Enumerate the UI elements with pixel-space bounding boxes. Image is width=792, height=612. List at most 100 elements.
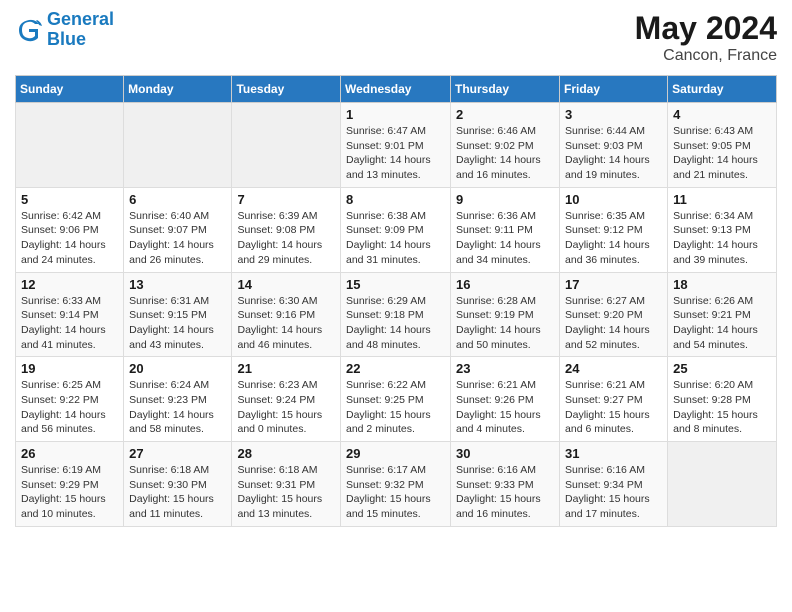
calendar-cell: 28 Sunrise: 6:18 AM Sunset: 9:31 PM Dayli… — [232, 442, 341, 527]
day-number: 12 — [21, 277, 118, 292]
calendar-week-4: 19Sunrise: 6:25 AM Sunset: 9:22 PM Dayli… — [16, 357, 777, 442]
day-info: Sunrise: 6:26 AM Sunset: 9:21 PM Dayligh… — [673, 294, 771, 353]
day-info: Sunrise: 6:30 AM Sunset: 9:16 PM Dayligh… — [237, 294, 335, 353]
subtitle: Cancon, France — [635, 47, 777, 65]
calendar-cell: 9Sunrise: 6:36 AM Sunset: 9:11 PM Daylig… — [451, 187, 560, 272]
day-info: Sunrise: 6:20 AM Sunset: 9:28 PM Dayligh… — [673, 378, 771, 437]
day-info: Sunrise: 6:21 AM Sunset: 9:26 PM Dayligh… — [456, 378, 554, 437]
day-number: 3 — [565, 107, 662, 122]
calendar-cell: 5 Sunrise: 6:42 AM Sunset: 9:06 PM Daylig… — [16, 187, 124, 272]
calendar-cell: 3 Sunrise: 6:44 AM Sunset: 9:03 PM Daylig… — [560, 103, 668, 188]
day-info: Sunrise: 6:23 AM Sunset: 9:24 PM Dayligh… — [237, 378, 335, 437]
day-number: 29 — [346, 446, 445, 461]
weekday-monday: Monday — [124, 76, 232, 103]
calendar-cell — [232, 103, 341, 188]
calendar-cell: 18 Sunrise: 6:26 AM Sunset: 9:21 PM Dayli… — [668, 272, 777, 357]
calendar-week-2: 5 Sunrise: 6:42 AM Sunset: 9:06 PM Daylig… — [16, 187, 777, 272]
day-info: Sunrise: 6:35 AM Sunset: 9:12 PM Dayligh… — [565, 209, 662, 268]
day-number: 27 — [129, 446, 226, 461]
calendar-cell: 13Sunrise: 6:31 AM Sunset: 9:15 PM Dayli… — [124, 272, 232, 357]
calendar-cell: 21 Sunrise: 6:23 AM Sunset: 9:24 PM Dayli… — [232, 357, 341, 442]
calendar-cell: 6 Sunrise: 6:40 AM Sunset: 9:07 PM Daylig… — [124, 187, 232, 272]
calendar-cell: 27 Sunrise: 6:18 AM Sunset: 9:30 PM Dayli… — [124, 442, 232, 527]
day-number: 11 — [673, 192, 771, 207]
calendar-cell: 20 Sunrise: 6:24 AM Sunset: 9:23 PM Dayli… — [124, 357, 232, 442]
day-number: 14 — [237, 277, 335, 292]
day-number: 30 — [456, 446, 554, 461]
day-number: 19 — [21, 361, 118, 376]
day-info: Sunrise: 6:18 AM Sunset: 9:31 PM Dayligh… — [237, 463, 335, 522]
calendar-week-1: 1 Sunrise: 6:47 AM Sunset: 9:01 PM Daylig… — [16, 103, 777, 188]
calendar-cell: 12 Sunrise: 6:33 AM Sunset: 9:14 PM Dayli… — [16, 272, 124, 357]
calendar-cell: 26 Sunrise: 6:19 AM Sunset: 9:29 PM Dayli… — [16, 442, 124, 527]
day-number: 16 — [456, 277, 554, 292]
day-number: 21 — [237, 361, 335, 376]
day-info: Sunrise: 6:17 AM Sunset: 9:32 PM Dayligh… — [346, 463, 445, 522]
day-number: 23 — [456, 361, 554, 376]
day-info: Sunrise: 6:40 AM Sunset: 9:07 PM Dayligh… — [129, 209, 226, 268]
page-header: General Blue May 2024 Cancon, France — [15, 10, 777, 65]
day-number: 7 — [237, 192, 335, 207]
calendar-cell: 11 Sunrise: 6:34 AM Sunset: 9:13 PM Dayli… — [668, 187, 777, 272]
day-number: 4 — [673, 107, 771, 122]
calendar-cell — [16, 103, 124, 188]
day-number: 18 — [673, 277, 771, 292]
day-info: Sunrise: 6:47 AM Sunset: 9:01 PM Dayligh… — [346, 124, 445, 183]
day-info: Sunrise: 6:21 AM Sunset: 9:27 PM Dayligh… — [565, 378, 662, 437]
day-number: 26 — [21, 446, 118, 461]
day-number: 17 — [565, 277, 662, 292]
day-info: Sunrise: 6:16 AM Sunset: 9:34 PM Dayligh… — [565, 463, 662, 522]
weekday-saturday: Saturday — [668, 76, 777, 103]
calendar-cell: 14 Sunrise: 6:30 AM Sunset: 9:16 PM Dayli… — [232, 272, 341, 357]
day-number: 5 — [21, 192, 118, 207]
title-block: May 2024 Cancon, France — [635, 10, 777, 65]
calendar-cell: 7 Sunrise: 6:39 AM Sunset: 9:08 PM Daylig… — [232, 187, 341, 272]
main-title: May 2024 — [635, 10, 777, 47]
day-info: Sunrise: 6:16 AM Sunset: 9:33 PM Dayligh… — [456, 463, 554, 522]
day-number: 31 — [565, 446, 662, 461]
calendar-cell: 25 Sunrise: 6:20 AM Sunset: 9:28 PM Dayli… — [668, 357, 777, 442]
logo-blue: Blue — [47, 29, 86, 49]
logo-icon — [15, 16, 43, 44]
day-info: Sunrise: 6:43 AM Sunset: 9:05 PM Dayligh… — [673, 124, 771, 183]
day-number: 2 — [456, 107, 554, 122]
weekday-sunday: Sunday — [16, 76, 124, 103]
calendar-cell: 1 Sunrise: 6:47 AM Sunset: 9:01 PM Daylig… — [341, 103, 451, 188]
calendar-cell: 16Sunrise: 6:28 AM Sunset: 9:19 PM Dayli… — [451, 272, 560, 357]
day-info: Sunrise: 6:46 AM Sunset: 9:02 PM Dayligh… — [456, 124, 554, 183]
calendar-week-5: 26 Sunrise: 6:19 AM Sunset: 9:29 PM Dayli… — [16, 442, 777, 527]
weekday-header-row: SundayMondayTuesdayWednesdayThursdayFrid… — [16, 76, 777, 103]
day-info: Sunrise: 6:36 AM Sunset: 9:11 PM Dayligh… — [456, 209, 554, 268]
day-number: 1 — [346, 107, 445, 122]
logo-general: General — [47, 9, 114, 29]
day-info: Sunrise: 6:18 AM Sunset: 9:30 PM Dayligh… — [129, 463, 226, 522]
day-info: Sunrise: 6:24 AM Sunset: 9:23 PM Dayligh… — [129, 378, 226, 437]
day-number: 22 — [346, 361, 445, 376]
day-info: Sunrise: 6:19 AM Sunset: 9:29 PM Dayligh… — [21, 463, 118, 522]
day-number: 20 — [129, 361, 226, 376]
calendar-cell: 8Sunrise: 6:38 AM Sunset: 9:09 PM Daylig… — [341, 187, 451, 272]
day-number: 6 — [129, 192, 226, 207]
day-number: 15 — [346, 277, 445, 292]
day-info: Sunrise: 6:39 AM Sunset: 9:08 PM Dayligh… — [237, 209, 335, 268]
day-number: 8 — [346, 192, 445, 207]
weekday-friday: Friday — [560, 76, 668, 103]
logo: General Blue — [15, 10, 114, 50]
day-info: Sunrise: 6:34 AM Sunset: 9:13 PM Dayligh… — [673, 209, 771, 268]
calendar-table: SundayMondayTuesdayWednesdayThursdayFrid… — [15, 75, 777, 527]
day-number: 25 — [673, 361, 771, 376]
calendar-cell: 4 Sunrise: 6:43 AM Sunset: 9:05 PM Daylig… — [668, 103, 777, 188]
day-info: Sunrise: 6:33 AM Sunset: 9:14 PM Dayligh… — [21, 294, 118, 353]
calendar-week-3: 12 Sunrise: 6:33 AM Sunset: 9:14 PM Dayli… — [16, 272, 777, 357]
calendar-cell: 30 Sunrise: 6:16 AM Sunset: 9:33 PM Dayli… — [451, 442, 560, 527]
weekday-wednesday: Wednesday — [341, 76, 451, 103]
calendar-cell: 29 Sunrise: 6:17 AM Sunset: 9:32 PM Dayli… — [341, 442, 451, 527]
day-info: Sunrise: 6:31 AM Sunset: 9:15 PM Dayligh… — [129, 294, 226, 353]
weekday-thursday: Thursday — [451, 76, 560, 103]
day-number: 28 — [237, 446, 335, 461]
calendar-cell: 22Sunrise: 6:22 AM Sunset: 9:25 PM Dayli… — [341, 357, 451, 442]
day-info: Sunrise: 6:42 AM Sunset: 9:06 PM Dayligh… — [21, 209, 118, 268]
day-info: Sunrise: 6:44 AM Sunset: 9:03 PM Dayligh… — [565, 124, 662, 183]
logo-text: General Blue — [47, 10, 114, 50]
calendar-cell: 19Sunrise: 6:25 AM Sunset: 9:22 PM Dayli… — [16, 357, 124, 442]
